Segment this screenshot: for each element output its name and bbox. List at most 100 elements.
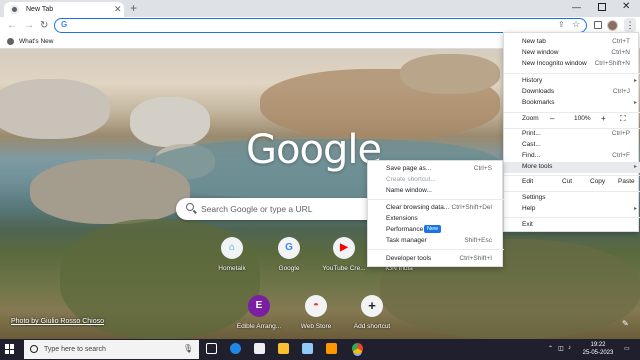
cut-button[interactable]: Cut — [562, 178, 572, 185]
menu-item-bookmarks[interactable]: Bookmarks ▸ — [504, 98, 640, 109]
shortcut-hometalk[interactable]: ⌂ Hometalk — [202, 237, 262, 272]
submenu-item-performance[interactable]: Performance New — [368, 225, 504, 236]
menu-item-shortcut: Ctrl+Shift+N — [594, 60, 630, 67]
store-icon[interactable] — [302, 343, 313, 354]
menu-item-label: History — [522, 77, 543, 84]
photo-credit-link[interactable]: Photo by Giulio Rosso Chioso — [11, 318, 104, 325]
menu-item-label: More tools — [522, 163, 553, 170]
windows-start-icon[interactable] — [5, 344, 15, 354]
taskbar-search-box[interactable]: Type here to search 🎙 — [24, 340, 199, 359]
tab-title: New Tab — [26, 6, 54, 13]
fullscreen-icon[interactable]: ⛶ — [620, 114, 626, 124]
youtube-icon: ▶ — [333, 237, 355, 259]
submenu-item-extensions[interactable]: Extensions — [368, 214, 504, 225]
menu-item-shortcut: Ctrl+S — [473, 165, 492, 172]
menu-item-label: Task manager — [386, 237, 427, 244]
vlc-icon[interactable] — [326, 343, 337, 354]
zoom-in-button[interactable]: + — [601, 114, 606, 123]
shortcut-edible-arrangements[interactable]: E Edible Arrang... — [229, 295, 289, 330]
menu-item-history[interactable]: History ▸ — [504, 76, 640, 87]
add-shortcut-button[interactable]: + Add shortcut — [342, 295, 402, 330]
microphone-icon[interactable]: 🎙 — [183, 344, 193, 353]
side-panel-icon[interactable] — [594, 21, 602, 29]
menu-item-label: Clear browsing data... — [386, 204, 450, 211]
submenu-item-create-shortcut: Create shortcut... — [368, 175, 504, 186]
submenu-item-save-page-as[interactable]: Save page as... Ctrl+S — [368, 164, 504, 175]
menu-item-shortcut: Ctrl+F — [612, 152, 630, 159]
submenu-item-task-manager[interactable]: Task manager Shift+Esc — [368, 236, 504, 247]
menu-item-help[interactable]: Help ▸ — [504, 204, 640, 215]
profile-avatar[interactable] — [607, 20, 618, 31]
task-view-icon[interactable] — [206, 343, 217, 354]
menu-item-edit: Edit Cut Copy Paste — [504, 177, 640, 189]
paste-button[interactable]: Paste — [618, 178, 635, 185]
menu-item-new-incognito-window[interactable]: New Incognito window Ctrl+Shift+N — [504, 59, 640, 70]
menu-item-label: Extensions — [386, 215, 418, 222]
search-icon — [186, 203, 194, 211]
menu-item-settings[interactable]: Settings — [504, 193, 640, 204]
shortcut-label: Web Store — [300, 323, 332, 330]
close-window-button[interactable]: ✕ — [622, 1, 630, 12]
minimize-window-button[interactable]: — — [572, 2, 581, 12]
menu-item-shortcut: Shift+Esc — [464, 237, 492, 244]
menu-item-label: Zoom — [522, 115, 539, 122]
file-explorer-icon[interactable] — [278, 343, 289, 354]
menu-item-label: Save page as... — [386, 165, 432, 172]
share-icon[interactable]: ⇪ — [558, 20, 565, 29]
chrome-menu-button[interactable]: ⋮ — [624, 18, 636, 32]
menu-item-cast[interactable]: Cast... — [504, 140, 640, 151]
menu-separator — [368, 249, 504, 250]
menu-item-more-tools[interactable]: More tools ▸ — [504, 162, 640, 173]
menu-item-find[interactable]: Find... Ctrl+F — [504, 151, 640, 162]
tray-chevron-icon[interactable]: ⌃ — [548, 345, 553, 352]
menu-separator — [368, 199, 504, 200]
customize-pencil-icon[interactable]: ✎ — [622, 319, 629, 328]
shortcut-label: Add shortcut — [353, 323, 391, 330]
bookmark-whats-new[interactable]: What's New — [19, 38, 53, 45]
new-badge: New — [424, 225, 442, 233]
bookmark-star-icon[interactable]: ☆ — [572, 19, 580, 30]
address-bar[interactable]: G ⇪ ☆ — [54, 18, 587, 33]
zoom-out-button[interactable]: – — [550, 114, 554, 123]
menu-item-label: New window — [522, 49, 559, 56]
taskbar-clock[interactable]: 19:22 25-05-2023 — [578, 341, 618, 357]
new-tab-button[interactable]: + — [130, 1, 137, 15]
mail-icon[interactable] — [254, 343, 265, 354]
back-button[interactable]: ← — [7, 20, 17, 31]
clock-date: 25-05-2023 — [582, 350, 614, 356]
shortcut-label: Google — [278, 265, 300, 272]
edge-icon[interactable] — [230, 343, 241, 354]
submenu-arrow-icon: ▸ — [633, 78, 637, 84]
submenu-item-clear-browsing-data[interactable]: Clear browsing data... Ctrl+Shift+Del — [368, 203, 504, 214]
shortcut-web-store[interactable]: ◓ Web Store — [286, 295, 346, 330]
tab-new-tab[interactable]: New Tab ✕ — [4, 2, 124, 17]
menu-separator — [504, 191, 640, 192]
submenu-item-name-window[interactable]: Name window... — [368, 186, 504, 197]
menu-item-shortcut: Ctrl+N — [611, 49, 630, 56]
close-tab-icon[interactable]: ✕ — [114, 4, 122, 15]
volume-icon[interactable]: ♪ — [568, 345, 571, 351]
menu-item-downloads[interactable]: Downloads Ctrl+J — [504, 87, 640, 98]
maximize-window-button[interactable] — [598, 3, 606, 11]
shortcut-label: Edible Arrang... — [236, 323, 282, 330]
background-rock — [30, 159, 190, 224]
clock-time: 19:22 — [590, 342, 606, 348]
menu-item-print[interactable]: Print... Ctrl+P — [504, 129, 640, 140]
network-icon[interactable]: ◫ — [558, 345, 564, 352]
menu-item-new-window[interactable]: New window Ctrl+N — [504, 48, 640, 59]
menu-item-label: Bookmarks — [522, 99, 555, 106]
notifications-icon[interactable]: ▭ — [624, 345, 630, 352]
reload-button[interactable]: ↻ — [40, 20, 48, 31]
chrome-taskbar-icon[interactable] — [352, 343, 363, 354]
copy-button[interactable]: Copy — [590, 178, 605, 185]
shortcut-google[interactable]: G Google — [259, 237, 319, 272]
menu-item-exit[interactable]: Exit — [504, 220, 640, 231]
menu-item-new-tab[interactable]: New tab Ctrl+T — [504, 37, 640, 48]
menu-item-label: Name window... — [386, 187, 432, 194]
submenu-item-developer-tools[interactable]: Developer tools Ctrl+Shift+I — [368, 254, 504, 265]
shortcut-youtube-create[interactable]: ▶ YouTube Cre... — [314, 237, 374, 272]
plus-icon: + — [361, 295, 383, 317]
forward-button[interactable]: → — [24, 20, 34, 31]
submenu-arrow-icon: ▸ — [633, 164, 637, 170]
menu-item-label: New Incognito window — [522, 60, 587, 67]
